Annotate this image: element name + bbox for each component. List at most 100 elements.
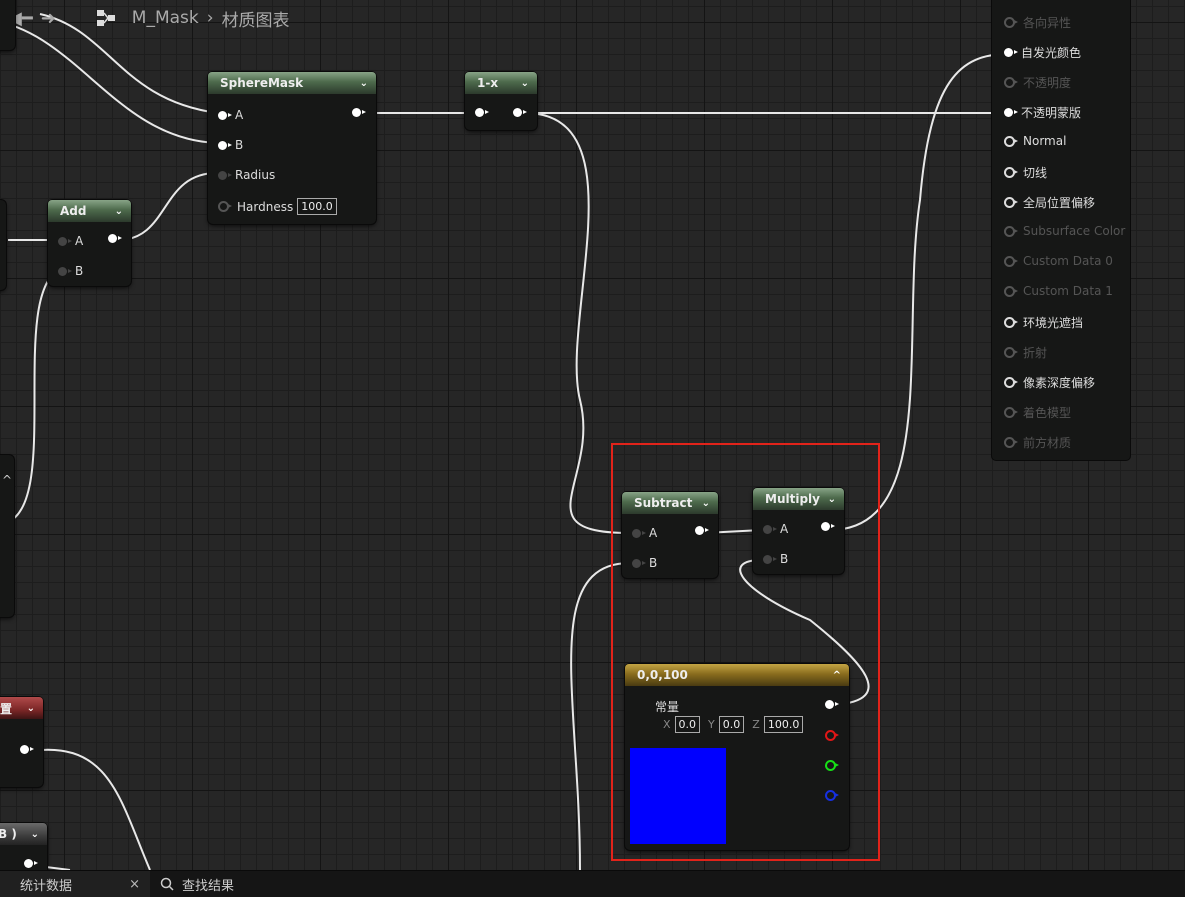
oneminus-header[interactable]: 1-x ⌄ [465, 72, 537, 94]
z-value-field[interactable]: 100.0 [763, 716, 804, 733]
subtract-pin-b[interactable]: B [632, 556, 657, 570]
spheremask-output[interactable] [352, 108, 369, 117]
add-pin-b[interactable]: B [58, 264, 83, 278]
pin-connected-icon[interactable] [218, 140, 232, 150]
output-pin-icon[interactable] [352, 108, 366, 117]
pin-icon[interactable] [218, 201, 232, 212]
pin-icon[interactable] [1004, 225, 1018, 237]
y-value-field[interactable]: 0.0 [718, 716, 745, 733]
oneminus-node[interactable]: 1-x ⌄ [465, 72, 537, 130]
pin-connected-icon[interactable] [475, 108, 489, 117]
subtract-node[interactable]: Subtract ⌄ A B [622, 492, 718, 578]
subtract-output[interactable] [695, 526, 712, 535]
partial-bottom-output[interactable] [24, 859, 41, 868]
pin-icon[interactable] [632, 558, 646, 568]
pin-icon[interactable] [1004, 255, 1018, 267]
chevron-down-icon[interactable]: ⌄ [521, 78, 529, 89]
breadcrumb-asset[interactable]: M_Mask [132, 8, 199, 28]
material-graph-canvas[interactable]: ◀━ ➜ M_Mask › 材质图表 ^ SphereMask ⌄ A B Ra… [0, 0, 1185, 870]
chevron-down-icon[interactable]: ⌄ [27, 703, 35, 714]
result-pin[interactable]: 着色模型 [1004, 404, 1071, 421]
spheremask-pin-hardness[interactable]: Hardness 100.0 [218, 198, 337, 215]
pin-connected-icon[interactable] [218, 110, 232, 120]
constant-output-g[interactable] [825, 760, 844, 771]
pin-connected-icon[interactable] [1004, 108, 1018, 117]
pin-icon[interactable] [58, 236, 72, 246]
result-pin[interactable]: 全局位置偏移 [1004, 194, 1095, 211]
forward-arrow-icon[interactable]: ➜ [41, 8, 56, 29]
pin-icon[interactable] [218, 170, 232, 180]
pin-icon[interactable] [1004, 135, 1018, 147]
result-pin[interactable]: Subsurface Color [1004, 224, 1125, 238]
partial-red-header[interactable]: 置 ⌄ [0, 697, 43, 719]
pin-icon[interactable] [763, 554, 777, 564]
spheremask-node[interactable]: SphereMask ⌄ A B Radius Hardness 100.0 [208, 72, 376, 224]
oneminus-output[interactable] [513, 108, 530, 117]
pin-icon[interactable] [58, 266, 72, 276]
output-pin-icon[interactable] [821, 522, 835, 531]
partial-bottom-header[interactable]: B ) ⌄ [0, 823, 47, 845]
chevron-down-icon[interactable]: ⌄ [31, 829, 39, 840]
multiply-header[interactable]: Multiply ⌄ [753, 488, 844, 510]
output-pin-icon[interactable] [513, 108, 527, 117]
pin-icon[interactable] [763, 524, 777, 534]
result-pin[interactable]: Custom Data 1 [1004, 284, 1113, 298]
partial-red-output[interactable] [20, 745, 37, 754]
subtract-header[interactable]: Subtract ⌄ [622, 492, 718, 514]
add-header[interactable]: Add ⌄ [48, 200, 131, 222]
result-pin[interactable]: 前方材质 [1004, 434, 1071, 451]
blue-channel-pin-icon[interactable] [825, 790, 839, 801]
pin-icon[interactable] [1004, 377, 1018, 388]
pin-icon[interactable] [1004, 17, 1018, 28]
pin-icon[interactable] [1004, 285, 1018, 297]
result-pin[interactable]: 不透明蒙版 [1004, 104, 1081, 121]
output-pin-icon[interactable] [825, 700, 839, 709]
tab-find-results[interactable]: 查找结果 [160, 875, 234, 894]
result-pin[interactable]: 折射 [1004, 344, 1047, 361]
pin-icon[interactable] [1004, 437, 1018, 448]
result-pin[interactable]: 不透明度 [1004, 74, 1071, 91]
pin-icon[interactable] [1004, 167, 1018, 178]
subtract-pin-a[interactable]: A [632, 526, 657, 540]
chevron-down-icon[interactable]: ⌄ [360, 78, 368, 89]
chevron-up-icon[interactable]: ^ [833, 670, 841, 681]
output-pin-icon[interactable] [695, 526, 709, 535]
hardness-value-field[interactable]: 100.0 [297, 198, 337, 215]
chevron-down-icon[interactable]: ⌄ [702, 498, 710, 509]
pin-icon[interactable] [1004, 197, 1018, 208]
partial-node-bottom[interactable]: B ) ⌄ [0, 823, 47, 870]
multiply-pin-a[interactable]: A [763, 522, 788, 536]
chevron-down-icon[interactable]: ⌄ [115, 206, 123, 217]
output-pin-icon[interactable] [20, 745, 34, 754]
result-pin[interactable]: 像素深度偏移 [1004, 374, 1095, 391]
constant-header[interactable]: 0,0,100 ^ [625, 664, 849, 686]
multiply-node[interactable]: Multiply ⌄ A B [753, 488, 844, 574]
result-pin[interactable]: 自发光颜色 [1004, 44, 1081, 61]
tab-stats[interactable]: 统计数据 × [0, 871, 150, 897]
material-result-node[interactable]: 各向异性自发光颜色不透明度不透明蒙版 Normal 切线全局位置偏移 Subsurfa… [992, 0, 1130, 460]
partial-node-red[interactable]: 置 ⌄ [0, 697, 43, 787]
pin-icon[interactable] [632, 528, 646, 538]
spheremask-pin-radius[interactable]: Radius [218, 168, 275, 182]
pin-icon[interactable] [1004, 317, 1018, 328]
constant-output-rgb[interactable] [825, 700, 842, 709]
chevron-up-icon[interactable]: ^ [2, 473, 12, 487]
result-pin[interactable]: 切线 [1004, 164, 1047, 181]
partial-node-top-left[interactable] [0, 0, 15, 50]
multiply-output[interactable] [821, 522, 838, 531]
spheremask-pin-a[interactable]: A [218, 108, 243, 122]
result-pin[interactable]: 环境光遮挡 [1004, 314, 1083, 331]
result-pin[interactable]: Normal [1004, 134, 1066, 148]
add-output[interactable] [108, 234, 125, 243]
breadcrumb-graph[interactable]: 材质图表 [222, 6, 290, 31]
close-icon[interactable]: × [129, 877, 140, 892]
result-pin[interactable]: 各向异性 [1004, 14, 1071, 31]
add-pin-a[interactable]: A [58, 234, 83, 248]
red-channel-pin-icon[interactable] [825, 730, 839, 741]
chevron-down-icon[interactable]: ⌄ [828, 494, 836, 505]
multiply-pin-b[interactable]: B [763, 552, 788, 566]
constant-output-b[interactable] [825, 790, 844, 801]
x-value-field[interactable]: 0.0 [674, 716, 701, 733]
output-pin-icon[interactable] [24, 859, 38, 868]
output-pin-icon[interactable] [108, 234, 122, 243]
